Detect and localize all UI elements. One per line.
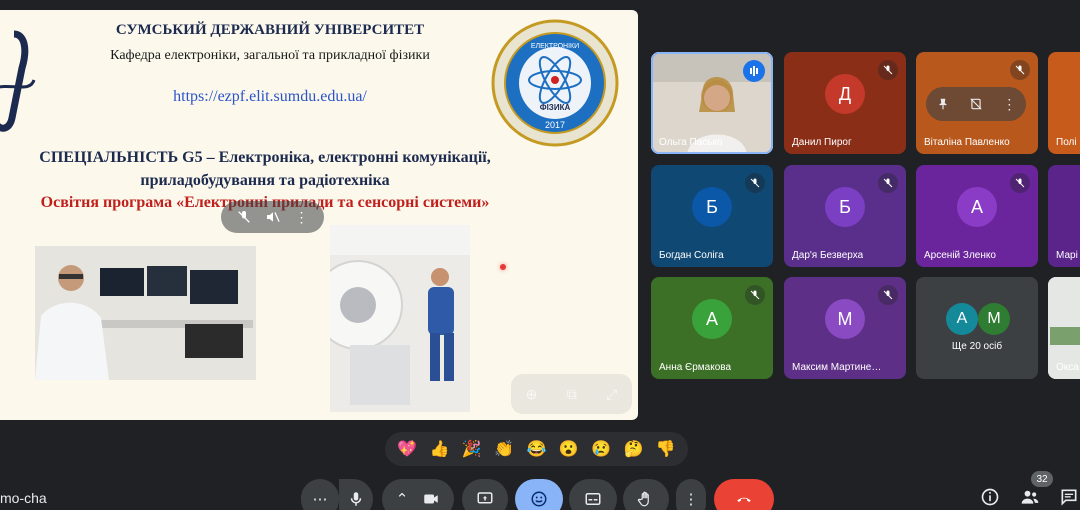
remove-from-frame-icon[interactable] xyxy=(966,94,986,114)
chat-icon[interactable] xyxy=(1058,486,1080,508)
avatar: Д xyxy=(825,74,865,114)
presentation-zoom-controls: ⊕ ⧉ ⤢ xyxy=(511,374,632,414)
leave-call-button[interactable] xyxy=(714,479,774,510)
captions-icon xyxy=(585,493,601,505)
reaction-clap[interactable]: 👏 xyxy=(494,439,514,459)
avatar: А xyxy=(957,187,997,227)
mic-muted-icon xyxy=(1010,60,1030,80)
university-title: СУМСЬКИЙ ДЕРЖАВНИЙ УНІВЕРСИТЕТ xyxy=(115,22,425,38)
mic-muted-icon xyxy=(878,173,898,193)
reaction-thumbs-up[interactable]: 👍 xyxy=(430,439,450,459)
participants-count-badge: 32 xyxy=(1031,471,1053,487)
camera-icon xyxy=(424,494,439,504)
lab-photo xyxy=(35,246,256,380)
mic-icon xyxy=(350,492,362,506)
meeting-code: mo-cha xyxy=(0,490,47,506)
mic-muted-icon xyxy=(878,285,898,305)
meet-window: СУМСЬКИЙ ДЕРЖАВНИЙ УНІВЕРСИТЕТ Кафедра е… xyxy=(0,0,1080,510)
raise-hand-icon xyxy=(637,491,649,507)
presenter-tile-controls: ⋮ xyxy=(221,201,324,233)
reaction-surprised[interactable]: 😮 xyxy=(559,439,579,459)
avatar: М xyxy=(978,303,1010,335)
svg-text:ЕЛЕКТРОНІКИ: ЕЛЕКТРОНІКИ xyxy=(531,43,579,50)
pin-icon[interactable] xyxy=(933,94,953,114)
department-title: Кафедра електроніки, загальної та прикла… xyxy=(110,48,430,63)
participant-name: Віталіна Павленко xyxy=(924,137,1010,148)
participant-name: Максим Мартине… xyxy=(792,362,882,373)
participant-tile[interactable]: Полі xyxy=(1048,52,1080,154)
participant-tile[interactable]: Б Дар'я Безверха xyxy=(784,165,906,267)
svg-text:ФІЗИКА: ФІЗИКА xyxy=(540,103,571,112)
participant-name: Окса xyxy=(1056,362,1079,373)
participant-name: Марі xyxy=(1056,250,1078,261)
avatar: Б xyxy=(825,187,865,227)
ct-scanner-photo xyxy=(330,225,470,412)
svg-text:2017: 2017 xyxy=(545,120,565,130)
raise-hand-button[interactable] xyxy=(623,479,669,510)
participant-name: Дар'я Безверха xyxy=(792,250,864,261)
department-seal: ФІЗИКА ЕЛЕКТРОНІКИ 2017 xyxy=(491,19,619,147)
avatar: Б xyxy=(692,187,732,227)
mic-muted-icon xyxy=(1010,173,1030,193)
participant-tile[interactable]: А Анна Єрмакова xyxy=(651,277,773,379)
reactions-bar: 💖 👍 🎉 👏 😂 😮 😢 🤔 👎 xyxy=(385,432,688,466)
reaction-thinking[interactable]: 🤔 xyxy=(624,439,644,459)
tile-hover-controls: ⋮ xyxy=(926,87,1026,121)
more-participants-label: Ще 20 осіб xyxy=(951,341,1003,352)
fullscreen-icon[interactable]: ⤢ xyxy=(606,386,617,403)
participant-tile[interactable]: ⋮ Віталіна Павленко xyxy=(916,52,1038,154)
speaking-indicator-icon xyxy=(743,60,765,82)
meeting-details-icon[interactable] xyxy=(979,486,1001,508)
participant-tile[interactable]: М Максим Мартине… xyxy=(784,277,906,379)
participant-tile[interactable]: А Арсеній Зленко xyxy=(916,165,1038,267)
avatar: А xyxy=(946,303,978,335)
present-button[interactable] xyxy=(462,479,508,510)
participant-tile[interactable]: Д Данил Пирог xyxy=(784,52,906,154)
reaction-party[interactable]: 🎉 xyxy=(462,439,482,459)
present-screen-icon xyxy=(477,492,493,504)
specialty-line-1: СПЕЦІАЛЬНІСТЬ G5 – Електроніка, електрон… xyxy=(39,149,491,166)
participant-tile[interactable]: Марі xyxy=(1048,165,1080,267)
people-icon[interactable] xyxy=(1019,486,1041,508)
participant-name: Полі xyxy=(1056,137,1077,148)
hang-up-icon xyxy=(737,497,751,502)
department-url: https://ezpf.elit.sumdu.edu.ua/ xyxy=(173,88,367,105)
laser-pointer xyxy=(500,264,506,270)
mic-muted-icon xyxy=(745,285,765,305)
more-controls-button[interactable]: ⋯ xyxy=(301,479,339,510)
speaker-muted-icon[interactable] xyxy=(263,207,283,227)
chevron-up-icon[interactable]: ⌃ xyxy=(396,490,409,508)
mic-off-icon[interactable] xyxy=(234,207,254,227)
participant-name: Анна Єрмакова xyxy=(659,362,732,373)
participant-tile[interactable]: Окса xyxy=(1048,277,1080,379)
mic-muted-icon xyxy=(878,60,898,80)
university-logo xyxy=(0,30,36,132)
participant-name: Богдан Соліга xyxy=(659,250,724,261)
reaction-thumbs-down[interactable]: 👎 xyxy=(656,439,676,459)
more-options-icon[interactable]: ⋮ xyxy=(292,207,312,227)
emoji-reactions-button[interactable] xyxy=(515,479,563,510)
mic-muted-icon xyxy=(745,173,765,193)
more-options-button[interactable]: ⋮ xyxy=(676,479,706,510)
emoji-icon xyxy=(531,491,547,507)
more-participants-tile[interactable]: А М Ще 20 осіб xyxy=(916,277,1038,379)
participant-tile[interactable]: Б Богдан Соліга xyxy=(651,165,773,267)
captions-button[interactable] xyxy=(569,479,617,510)
avatar: М xyxy=(825,299,865,339)
reaction-laugh[interactable]: 😂 xyxy=(527,439,547,459)
participant-tile[interactable]: Ольга Пасько xyxy=(651,52,773,154)
avatar: А xyxy=(692,299,732,339)
more-options-icon[interactable]: ⋮ xyxy=(999,94,1019,114)
reaction-heart[interactable]: 💖 xyxy=(397,439,417,459)
specialty-line-2: приладобудування та радіотехніка xyxy=(140,172,390,189)
participant-name: Данил Пирог xyxy=(792,137,852,148)
reaction-sad[interactable]: 😢 xyxy=(591,439,611,459)
participant-name: Ольга Пасько xyxy=(659,137,723,148)
pop-out-icon[interactable]: ⧉ xyxy=(567,386,577,403)
camera-button[interactable]: ⌃ xyxy=(382,479,454,510)
zoom-in-icon[interactable]: ⊕ xyxy=(526,386,538,403)
mic-button[interactable] xyxy=(339,479,373,510)
participant-name: Арсеній Зленко xyxy=(924,250,996,261)
